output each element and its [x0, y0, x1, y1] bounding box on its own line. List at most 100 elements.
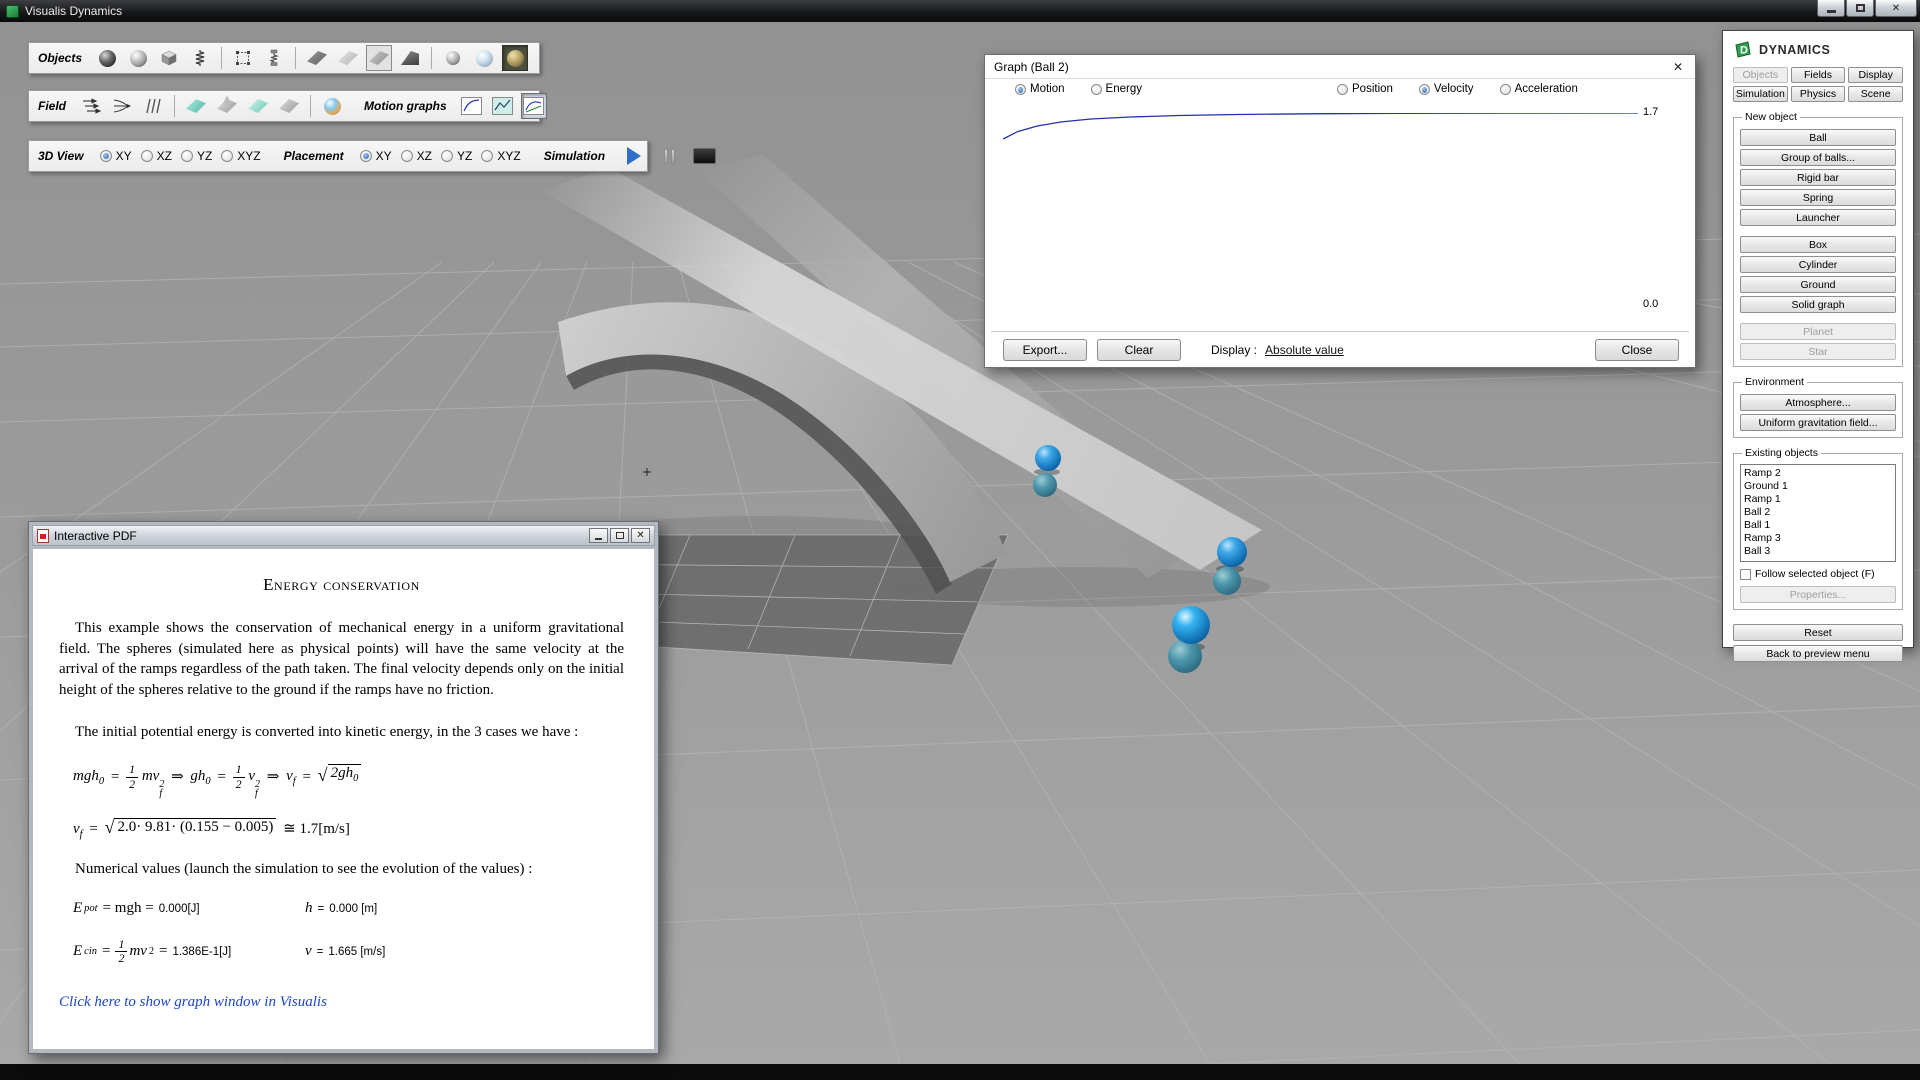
field-toolbar-label: Field — [38, 99, 66, 113]
toolbar-separator — [295, 47, 296, 69]
field-arrows-tool[interactable] — [78, 93, 104, 119]
ground-button[interactable]: Ground — [1740, 276, 1896, 293]
list-item[interactable]: Ramp 2 — [1744, 467, 1892, 480]
spring-tool[interactable] — [187, 45, 213, 71]
list-item[interactable]: Ground 1 — [1744, 480, 1892, 493]
ball-dark-tool[interactable] — [94, 45, 120, 71]
gravitation-field-button[interactable]: Uniform gravitation field... — [1740, 414, 1896, 431]
plane-gray-tool[interactable] — [276, 93, 302, 119]
graph-multi-tool[interactable] — [521, 93, 547, 119]
pause-button[interactable] — [656, 143, 682, 169]
show-graph-link[interactable]: Click here to show graph window in Visua… — [59, 994, 624, 1011]
back-to-preview-button[interactable]: Back to preview menu — [1733, 645, 1903, 662]
box-tool[interactable] — [156, 45, 182, 71]
graph-teal-tool[interactable] — [490, 93, 516, 119]
ramp-solid-tool[interactable] — [397, 45, 423, 71]
plane-cone-tool[interactable] — [214, 93, 240, 119]
launcher-button[interactable]: Launcher — [1740, 209, 1896, 226]
follow-object-checkbox[interactable] — [1740, 569, 1751, 580]
pdf-maximize-button[interactable] — [610, 528, 629, 543]
ball-shiny-tool[interactable] — [471, 45, 497, 71]
view3d-xyz-radio[interactable]: XYZ — [221, 149, 260, 163]
export-button[interactable]: Export... — [1003, 339, 1087, 361]
rigid-bar-button[interactable]: Rigid bar — [1740, 169, 1896, 186]
tab-display[interactable]: Display — [1848, 67, 1903, 83]
ramp-flat-tool[interactable] — [304, 45, 330, 71]
field-lines-icon — [144, 97, 162, 115]
launcher-tool[interactable] — [261, 45, 287, 71]
view3d-xy-radio[interactable]: XY — [100, 149, 132, 163]
acceleration-radio[interactable]: Acceleration — [1500, 83, 1578, 95]
tab-objects[interactable]: Objects — [1733, 67, 1788, 83]
ball-shiny-icon — [476, 50, 493, 67]
pdf-close-button[interactable]: ✕ — [631, 528, 650, 543]
list-item[interactable]: Ramp 3 — [1744, 532, 1892, 545]
list-item[interactable]: Ball 2 — [1744, 506, 1892, 519]
spring-button[interactable]: Spring — [1740, 189, 1896, 206]
view3d-xz-radio[interactable]: XZ — [141, 149, 172, 163]
ball-textured-tool[interactable] — [502, 45, 528, 71]
view3d-yz-radio[interactable]: YZ — [181, 149, 212, 163]
sqrt-icon: √ — [318, 766, 328, 784]
minimize-button[interactable] — [1817, 0, 1845, 17]
tab-simulation[interactable]: Simulation — [1733, 86, 1788, 102]
cylinder-button[interactable]: Cylinder — [1740, 256, 1896, 273]
placement-xyz-radio[interactable]: XYZ — [481, 149, 520, 163]
rainbow-ball-tool[interactable] — [319, 93, 345, 119]
maximize-button[interactable] — [1846, 0, 1874, 17]
objects-toolbar: Objects — [28, 42, 540, 74]
ball-gray-tool[interactable] — [125, 45, 151, 71]
pdf-minimize-button[interactable] — [589, 528, 608, 543]
graph-options-row: Motion Energy Position Velocity Accelera… — [985, 79, 1695, 105]
graph-curve-tool[interactable] — [459, 93, 485, 119]
box-button[interactable]: Box — [1740, 236, 1896, 253]
view3d-label: 3D View — [38, 149, 84, 163]
display-mode-link[interactable]: Absolute value — [1265, 343, 1344, 357]
pdf-titlebar[interactable]: Interactive PDF ✕ — [32, 525, 655, 546]
motion-radio[interactable]: Motion — [1015, 83, 1065, 95]
pdf-icon — [37, 529, 49, 543]
clear-button[interactable]: Clear — [1097, 339, 1181, 361]
ramp-light-tool[interactable] — [335, 45, 361, 71]
list-item[interactable]: Ramp 1 — [1744, 493, 1892, 506]
ramp-solid-icon — [401, 51, 419, 65]
graph-window-titlebar[interactable]: Graph (Ball 2) ✕ — [985, 55, 1695, 79]
tab-scene[interactable]: Scene — [1848, 86, 1903, 102]
potential-energy-row: Epot = mgh = 0.000[J] h = 0.000 [m] — [73, 900, 624, 917]
ball-small-tool[interactable] — [440, 45, 466, 71]
radio-dot — [481, 150, 493, 162]
tab-fields[interactable]: Fields — [1791, 67, 1846, 83]
existing-objects-list[interactable]: Ramp 2 Ground 1 Ramp 1 Ball 2 Ball 1 Ram… — [1740, 464, 1896, 562]
field-converge-tool[interactable] — [109, 93, 135, 119]
wire-box-icon — [234, 49, 252, 67]
reset-button[interactable]: Reset — [1733, 624, 1903, 641]
tab-physics[interactable]: Physics — [1791, 86, 1846, 102]
radio-dot — [1015, 84, 1026, 95]
energy-radio[interactable]: Energy — [1091, 83, 1142, 95]
field-lines-tool[interactable] — [140, 93, 166, 119]
ball-button[interactable]: Ball — [1740, 129, 1896, 146]
list-item[interactable]: Ball 1 — [1744, 519, 1892, 532]
velocity-radio[interactable]: Velocity — [1419, 83, 1474, 95]
group-of-balls-button[interactable]: Group of balls... — [1740, 149, 1896, 166]
placement-xy-radio[interactable]: XY — [360, 149, 392, 163]
position-radio[interactable]: Position — [1337, 83, 1393, 95]
titlebar[interactable]: Visualis Dynamics ✕ — [0, 0, 1920, 22]
play-button[interactable] — [621, 143, 647, 169]
display-button[interactable] — [691, 143, 717, 169]
close-button[interactable]: ✕ — [1875, 0, 1917, 17]
wire-box-tool[interactable] — [230, 45, 256, 71]
graph-close-icon[interactable]: ✕ — [1670, 60, 1686, 74]
plane-teal-tool[interactable] — [183, 93, 209, 119]
list-item[interactable]: Ball 3 — [1744, 545, 1892, 558]
pdf-document[interactable]: Energy conservation This example shows t… — [33, 549, 654, 1049]
placement-yz-radio[interactable]: YZ — [441, 149, 472, 163]
plane-teal2-tool[interactable] — [245, 93, 271, 119]
solid-graph-button[interactable]: Solid graph — [1740, 296, 1896, 313]
placement-xz-radio[interactable]: XZ — [401, 149, 432, 163]
radio-dot — [401, 150, 413, 162]
ramp-textured-tool[interactable] — [366, 45, 392, 71]
atmosphere-button[interactable]: Atmosphere... — [1740, 394, 1896, 411]
window-controls: ✕ — [1817, 0, 1917, 17]
graph-close-button[interactable]: Close — [1595, 339, 1679, 361]
